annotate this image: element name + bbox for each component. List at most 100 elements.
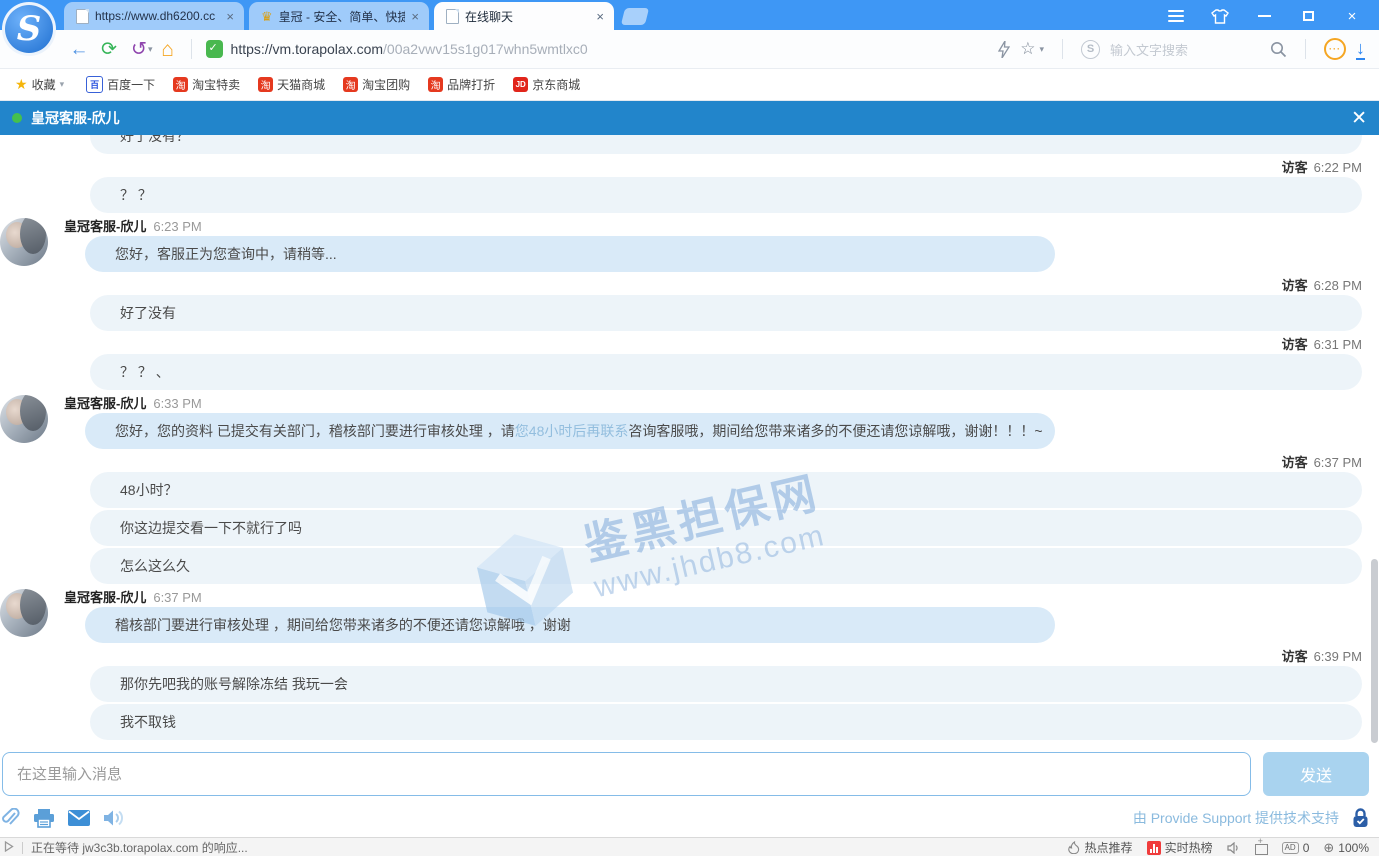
play-icon[interactable] <box>4 841 14 855</box>
message-time: 6:37 PM <box>153 589 201 607</box>
sogou-search-icon: S <box>1081 40 1100 59</box>
status-bar-right: 热点推荐 实时热榜 AD 0 ⊕ 100% <box>1067 839 1369 856</box>
tab-online-chat[interactable]: 在线聊天 × <box>434 2 614 30</box>
taobao-icon: 淘 <box>428 77 443 92</box>
chat-message-bubble: 稽核部门要进行审核处理 ，期间给您带来诸多的不便还请您谅解哦 ，谢谢 <box>85 607 1055 643</box>
chat-message-bubble: 好了没有？ <box>90 135 1362 154</box>
home-icon[interactable]: ⌂ <box>153 39 183 60</box>
attachment-paperclip-icon[interactable] <box>2 808 20 828</box>
visitor-label: 访客 <box>1282 336 1308 354</box>
search-input[interactable]: 输入文字搜索 <box>1110 40 1260 59</box>
favorite-star-icon[interactable]: ☆ <box>1020 39 1035 59</box>
bookmark-label: 京东商城 <box>532 76 580 93</box>
chat-messages-area: 好了没有？ 访客6:22 PM？ ？皇冠客服-欣儿6:23 PM您好，客服正为您查… <box>0 135 1379 745</box>
minimize-button[interactable] <box>1255 8 1273 24</box>
chat-message-bubble: 那你先吧我的账号解除冻结 我玩一会 <box>90 666 1362 702</box>
secure-lock-icon <box>1352 808 1369 828</box>
tab-dh6200[interactable]: https://www.dh6200.cc × <box>64 2 244 30</box>
taobao-icon: 淘 <box>258 77 273 92</box>
menu-icon[interactable] <box>1167 8 1185 24</box>
visitor-label: 访客 <box>1282 454 1308 472</box>
bookmark-item[interactable]: 淘天猫商城 <box>249 69 334 100</box>
extensions-dots-icon[interactable]: ··· <box>1324 38 1346 60</box>
ad-icon: AD <box>1282 842 1299 854</box>
bookmark-label: 淘宝团购 <box>362 76 410 93</box>
message-input[interactable] <box>2 752 1251 796</box>
crown-favicon-icon: ♛ <box>261 10 273 23</box>
zoom-control[interactable]: ⊕ 100% <box>1323 840 1369 856</box>
chat-message-bubble: 48小时？ <box>90 472 1362 508</box>
mute-speaker-icon[interactable] <box>1227 842 1241 854</box>
download-icon[interactable]: ↓ <box>1356 39 1365 60</box>
skin-shirt-icon[interactable] <box>1211 8 1229 24</box>
visitor-label: 访客 <box>1282 648 1308 666</box>
chat-header: 皇冠客服-欣儿 ✕ <box>0 101 1379 135</box>
selected-text: 您48小时后再联系 <box>515 423 629 439</box>
bookmark-item[interactable]: 百百度一下 <box>77 69 164 100</box>
send-button[interactable]: 发送 <box>1263 752 1369 796</box>
bookmark-item[interactable]: 淘淘宝团购 <box>334 69 419 100</box>
chat-message-bubble: 怎么这么久 <box>90 548 1362 584</box>
sogou-browser-logo-icon[interactable]: S <box>2 2 56 56</box>
tab-huangguan[interactable]: ♛ 皇冠 - 安全、简单、快捷 × <box>249 2 429 30</box>
chat-title: 皇冠客服-欣儿 <box>31 108 120 128</box>
status-bar: 正在等待 jw3c3b.torapolax.com 的响应... 热点推荐 实时… <box>0 837 1379 856</box>
visitor-label-row: 访客 6:39 PM <box>0 648 1379 666</box>
provide-support-label[interactable]: 由 Provide Support 提供技术支持 <box>1133 808 1339 828</box>
tab-close-icon[interactable]: × <box>411 9 419 24</box>
tab-close-icon[interactable]: × <box>596 9 604 24</box>
visitor-label-row: 访客6:28 PM <box>0 277 1379 295</box>
message-group: 访客6:37 PM48小时？你这边提交看一下不就行了吗怎么这么久 <box>0 454 1379 584</box>
message-group: 访客 6:39 PM那你先吧我的账号解除冻结 我玩一会我不取钱 <box>0 648 1379 740</box>
bookmark-label: 百度一下 <box>107 76 155 93</box>
realtime-hot-button[interactable]: 实时热榜 <box>1147 839 1213 856</box>
url-field[interactable]: https://vm.torapolax.com/00a2vwv15s1g017… <box>200 40 999 58</box>
new-tab-button[interactable] <box>621 8 649 25</box>
message-time: 6:39 PM <box>1314 648 1362 666</box>
ad-block-counter[interactable]: AD 0 <box>1282 841 1310 855</box>
page-capture-icon[interactable] <box>1255 844 1268 855</box>
agent-name: 皇冠客服-欣儿 <box>64 395 146 413</box>
flame-icon <box>1067 841 1081 854</box>
chat-message-bubble: ？ ？ 、 <box>90 354 1362 390</box>
sound-speaker-icon[interactable] <box>103 809 125 827</box>
refresh-icon[interactable]: ⟳ <box>94 40 124 59</box>
bookmark-item[interactable]: 淘淘宝特卖 <box>164 69 249 100</box>
back-icon[interactable]: ← <box>64 40 94 59</box>
visitor-label-row: 访客6:31 PM <box>0 336 1379 354</box>
bookmark-item[interactable]: 淘品牌打折 <box>419 69 504 100</box>
bookmark-label: 淘宝特卖 <box>192 76 240 93</box>
chat-close-icon[interactable]: ✕ <box>1351 107 1367 130</box>
chat-window: 皇冠客服-欣儿 ✕ 好了没有？ 访客6:22 PM？ ？皇冠客服-欣儿6:23 P… <box>0 101 1379 856</box>
page-favicon-icon <box>76 9 89 24</box>
message-group: 皇冠客服-欣儿6:23 PM您好，客服正为您查询中，请稍等... <box>0 218 1379 272</box>
tab-title: 在线聊天 <box>465 8 590 25</box>
chevron-down-icon: ▾ <box>60 79 65 90</box>
bookmarks-menu[interactable]: ★ 收藏 ▾ <box>6 69 73 100</box>
tab-close-icon[interactable]: × <box>226 9 234 24</box>
online-status-icon <box>12 113 22 123</box>
browser-window: S https://www.dh6200.cc × ♛ 皇冠 - 安全、简单、快… <box>0 0 1379 856</box>
bookmark-item[interactable]: JD京东商城 <box>504 69 589 100</box>
close-window-button[interactable]: × <box>1343 8 1361 24</box>
visitor-label: 访客 <box>1282 159 1308 177</box>
bookmarks-bar: ★ 收藏 ▾ 百百度一下淘淘宝特卖淘天猫商城淘淘宝团购淘品牌打折JD京东商城 <box>0 69 1379 101</box>
message-group: 访客6:22 PM？ ？ <box>0 159 1379 213</box>
security-shield-icon[interactable] <box>206 40 223 58</box>
chat-message-bubble: 我不取钱 <box>90 704 1362 740</box>
zoom-plus-icon: ⊕ <box>1323 840 1334 856</box>
message-group: 皇冠客服-欣儿6:33 PM您好，您的资料 已提交有关部门，稽核部门要进行审核处… <box>0 395 1379 449</box>
maximize-button[interactable] <box>1299 8 1317 24</box>
message-group: 访客6:31 PM？ ？ 、 <box>0 336 1379 390</box>
email-transcript-icon[interactable] <box>68 810 90 826</box>
agent-avatar <box>0 395 48 443</box>
flash-bolt-icon[interactable] <box>998 41 1010 58</box>
tab-title: https://www.dh6200.cc <box>95 9 220 23</box>
bookmark-star-icon: ★ <box>15 76 28 93</box>
search-magnifier-icon[interactable] <box>1270 41 1287 58</box>
agent-name-row: 皇冠客服-欣儿6:33 PM <box>64 395 1379 413</box>
favorite-dropdown-icon[interactable]: ▾ <box>1039 44 1044 55</box>
print-icon[interactable] <box>33 809 55 828</box>
hot-recommend-button[interactable]: 热点推荐 <box>1067 839 1133 856</box>
scrollbar-thumb[interactable] <box>1371 559 1378 743</box>
